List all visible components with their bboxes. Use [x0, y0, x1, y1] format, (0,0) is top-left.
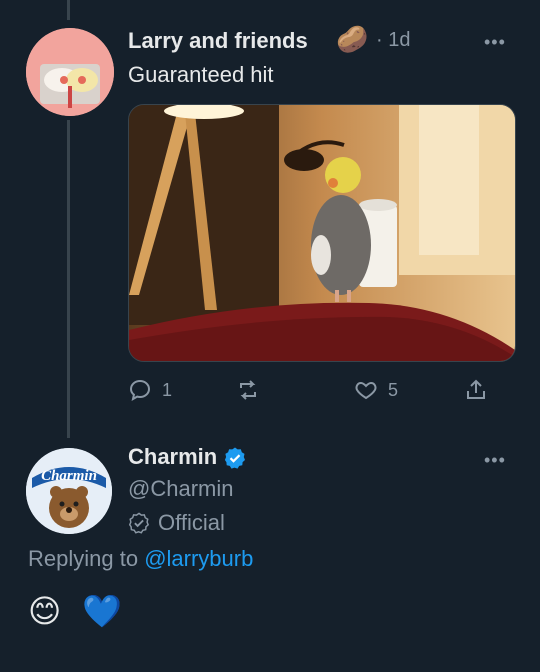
retweet-icon — [240, 380, 256, 400]
retweet-button[interactable] — [236, 378, 260, 402]
like-button[interactable]: 5 — [354, 378, 398, 402]
more-icon[interactable]: ••• — [484, 450, 506, 471]
tweet-timestamp[interactable]: · 1d — [376, 29, 410, 52]
cockatiel-photo — [129, 105, 515, 361]
reply-emoji-smile: 😊 — [28, 593, 62, 629]
share-button[interactable] — [464, 378, 488, 402]
like-count: 5 — [388, 379, 399, 400]
reply-count: 1 — [162, 379, 173, 400]
thread-connector — [67, 120, 70, 438]
more-icon[interactable]: ••• — [484, 32, 506, 53]
replying-prefix: Replying to — [28, 546, 139, 571]
author-handle[interactable]: @Charmin — [128, 476, 233, 502]
avatar-logo-text: Charmin — [41, 468, 97, 484]
share-icon — [467, 379, 485, 399]
official-badge-icon — [128, 512, 150, 534]
name-emoji: 🥔 — [336, 24, 369, 54]
thread-connector-top — [67, 0, 70, 20]
avatar-image — [26, 28, 114, 116]
replying-to: Replying to @larryburb — [28, 546, 253, 572]
avatar[interactable]: Charmin — [26, 448, 112, 534]
avatar[interactable] — [26, 28, 114, 116]
charmin-avatar-image: Charmin — [26, 448, 112, 534]
like-icon — [355, 381, 377, 400]
reply-icon — [129, 379, 151, 401]
affiliation-label: Official — [128, 510, 225, 536]
reply-emoji-blue-heart: 💙 — [82, 593, 122, 629]
author-name[interactable]: Larry and friends — [128, 28, 308, 54]
verified-badge-icon — [223, 446, 247, 470]
author-name[interactable]: Charmin — [128, 444, 247, 470]
replying-handle-link[interactable]: @larryburb — [144, 546, 253, 571]
affiliation-text: Official — [158, 510, 225, 535]
tweet-text: Guaranteed hit — [128, 62, 274, 87]
author-name-text: Charmin — [128, 444, 218, 469]
tweet-media[interactable] — [128, 104, 516, 362]
reply-button[interactable]: 1 — [128, 378, 172, 402]
timestamp-value: 1d — [388, 29, 411, 51]
